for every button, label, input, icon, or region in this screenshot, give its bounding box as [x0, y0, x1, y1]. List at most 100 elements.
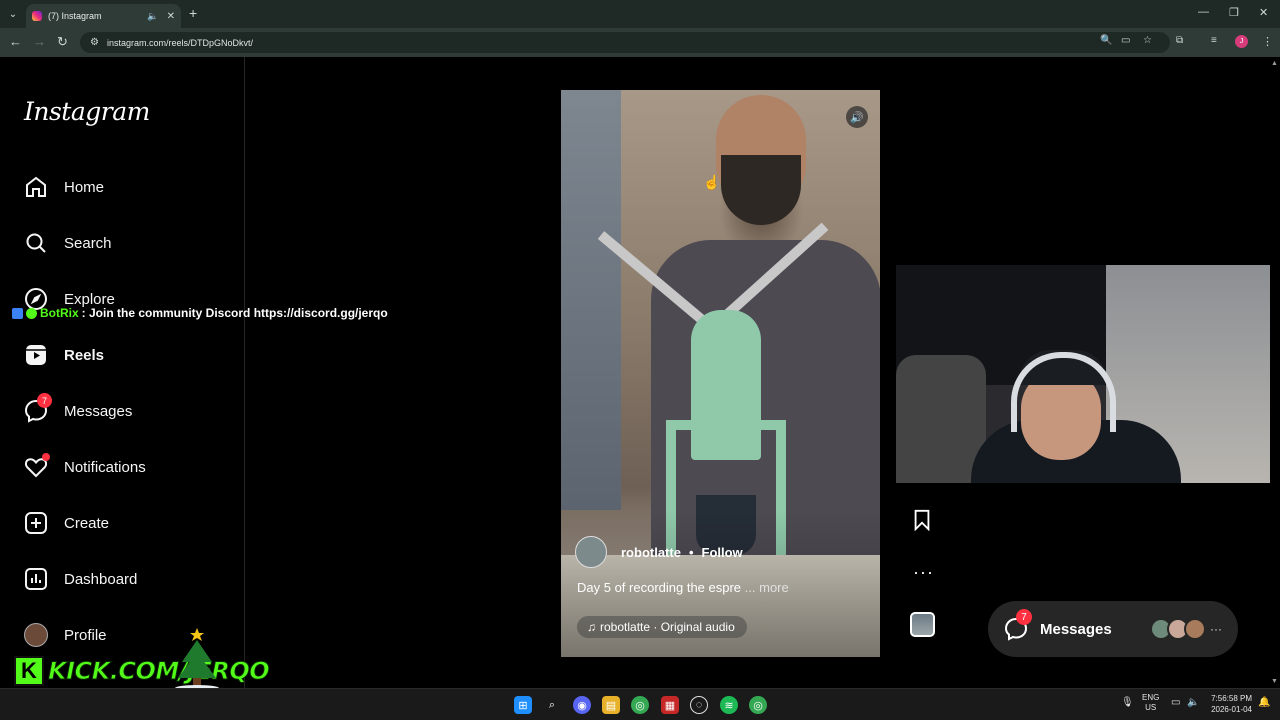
reel-username[interactable]: robotlatte [621, 545, 681, 560]
lang-line2: US [1145, 703, 1157, 712]
sidebar-item-home[interactable]: Home [24, 173, 104, 201]
restore-icon[interactable]: ❐ [1229, 6, 1239, 19]
more-dots-icon: ··· [1210, 622, 1222, 636]
browser-tab-bar: ⌄ (7) Instagram 🔈 ✕ + — ❐ ✕ [0, 0, 1280, 28]
notification-bell-icon[interactable]: 🔔 [1258, 697, 1270, 708]
caption-more-link[interactable]: ... more [745, 580, 789, 595]
lang-line1: ENG [1142, 693, 1160, 702]
messenger-icon: 7 [24, 393, 52, 423]
browser-menu-icon[interactable]: ⋮ [1262, 35, 1273, 48]
discord-icon[interactable]: ◉ [573, 696, 591, 714]
sidebar-item-label: Home [64, 178, 105, 196]
bot-badge-icon [12, 307, 23, 319]
chat-text: : Join the community Discord https://dis… [81, 306, 388, 320]
kick-channel-text: KICK.COM/JERQO [47, 657, 270, 686]
file-explorer-icon[interactable]: ▤ [602, 696, 620, 714]
instagram-sidebar: Instagram Home Search Explore Reels 7 Me… [0, 57, 245, 688]
page-scrollbar[interactable] [1270, 57, 1280, 688]
reel-author: robotlatte • Follow [575, 536, 743, 568]
sidebar-item-reels[interactable]: Reels [24, 341, 104, 369]
taskbar-search-icon[interactable]: ⌕ [543, 696, 561, 714]
chat-username: BotRix [40, 306, 79, 320]
christmas-tree-icon [175, 628, 219, 691]
sidebar-item-notifications[interactable]: Notifications [24, 453, 146, 481]
messages-pill-button[interactable]: 7 Messages ··· [988, 601, 1238, 657]
mouse-cursor-icon: ☝ [703, 174, 721, 190]
media-controls-icon[interactable]: ≡ [1211, 35, 1217, 46]
message-avatars: ··· [1150, 618, 1222, 640]
sidebar-item-messages[interactable]: 7 Messages [24, 393, 133, 425]
messages-pill-badge: 7 [1016, 609, 1032, 625]
new-tab-icon[interactable]: + [189, 5, 197, 21]
forward-icon[interactable]: → [33, 34, 46, 49]
browser-tab[interactable]: (7) Instagram 🔈 ✕ [26, 4, 181, 28]
tab-search-chevron-icon[interactable]: ⌄ [0, 0, 26, 28]
reload-icon[interactable]: ↻ [57, 34, 68, 50]
bookmark-star-icon[interactable]: ☆ [1143, 35, 1152, 46]
streamer-webcam [896, 265, 1280, 483]
follow-button[interactable]: Follow [702, 545, 743, 560]
site-info-icon[interactable]: ⚙ [90, 37, 99, 48]
sidebar-item-label: Create [64, 514, 110, 532]
language-indicator[interactable]: ENG US [1142, 693, 1159, 713]
sidebar-item-label: Reels [64, 346, 105, 364]
url-text: instagram.com/reels/DTDpGNoDkvt/ [106, 37, 254, 48]
sidebar-item-create[interactable]: Create [24, 509, 109, 537]
browser-profile-avatar[interactable]: J [1235, 35, 1248, 48]
scroll-up-icon[interactable]: ▲ [1271, 60, 1278, 67]
messenger-icon: 7 [1004, 609, 1032, 641]
back-icon[interactable]: ← [9, 34, 22, 49]
sidebar-item-profile[interactable]: Profile [24, 621, 107, 649]
heart-icon [24, 453, 50, 479]
instagram-logo[interactable]: Instagram [24, 97, 150, 126]
window-close-icon[interactable]: ✕ [1259, 6, 1268, 19]
system-clock[interactable]: 7:56:58 PM 2026-01-04 [1206, 693, 1252, 715]
plus-square-icon [24, 511, 48, 535]
scroll-down-icon[interactable]: ▼ [1271, 678, 1278, 685]
reel-caption: Day 5 of recording the espre ... more [577, 580, 789, 595]
home-icon [24, 175, 48, 199]
sidebar-item-label: Search [64, 234, 112, 252]
chrome-icon[interactable]: ◎ [631, 696, 649, 714]
spotify-icon[interactable]: ≋ [720, 696, 738, 714]
volume-icon[interactable]: 🔊 [846, 106, 868, 128]
sidebar-item-label: Explore [64, 290, 115, 308]
sidebar-item-dashboard[interactable]: Dashboard [24, 565, 137, 593]
audio-thumbnail[interactable] [910, 612, 935, 637]
reel-audio-label: robotlatte · Original audio [600, 620, 735, 634]
microphone-icon[interactable]: 🎙 [1121, 697, 1134, 708]
minimize-icon[interactable]: — [1198, 6, 1209, 18]
obs-icon[interactable]: ◌ [690, 696, 708, 714]
music-note-icon: ♫ [587, 620, 596, 634]
extensions-icon[interactable]: ⧉ [1176, 35, 1183, 46]
stream-chat-message: BotRix : Join the community Discord http… [12, 306, 388, 320]
network-icon[interactable]: ▭ [1171, 697, 1180, 708]
search-icon [24, 231, 48, 255]
windows-taskbar: ⊞ ⌕ ◉ ▤ ◎ ▦ ◌ ≋ ◎ 🎙 ENG US ▭ 🔈 7:56:58 P… [0, 688, 1280, 720]
chrome-active-icon[interactable]: ◎ [749, 696, 767, 714]
tab-title: (7) Instagram [48, 11, 102, 21]
address-bar[interactable]: ⚙ instagram.com/reels/DTDpGNoDkvt/ [80, 32, 1170, 53]
kick-channel-overlay: K KICK.COM/JERQO [14, 655, 270, 687]
clock-date: 2026-01-04 [1211, 705, 1252, 714]
speaker-icon[interactable]: 🔈 [1187, 697, 1199, 708]
cast-icon[interactable]: ▭ [1121, 35, 1130, 46]
tab-close-icon[interactable]: ✕ [167, 11, 175, 22]
reel-video[interactable]: 🔊 robotlatte • Follow Day 5 of recording… [561, 90, 880, 657]
sidebar-item-search[interactable]: Search [24, 229, 112, 257]
kick-logo-icon: K [14, 656, 44, 686]
more-options-icon[interactable]: ··· [913, 562, 934, 583]
zoom-icon[interactable]: 🔍 [1100, 35, 1112, 46]
reel-author-avatar[interactable] [575, 536, 607, 568]
sidebar-item-label: Dashboard [64, 570, 138, 588]
save-bookmark-icon[interactable] [911, 509, 933, 536]
tab-audio-icon[interactable]: 🔈 [147, 11, 158, 22]
start-menu-icon[interactable]: ⊞ [514, 696, 532, 714]
app-icon[interactable]: ▦ [661, 696, 679, 714]
profile-avatar [24, 623, 48, 647]
messages-pill-label: Messages [1040, 620, 1112, 638]
reel-separator: • [688, 544, 694, 560]
reel-audio-link[interactable]: ♫ robotlatte · Original audio [577, 616, 747, 638]
sidebar-item-label: Messages [64, 402, 133, 420]
clock-time: 7:56:58 PM [1211, 694, 1252, 703]
